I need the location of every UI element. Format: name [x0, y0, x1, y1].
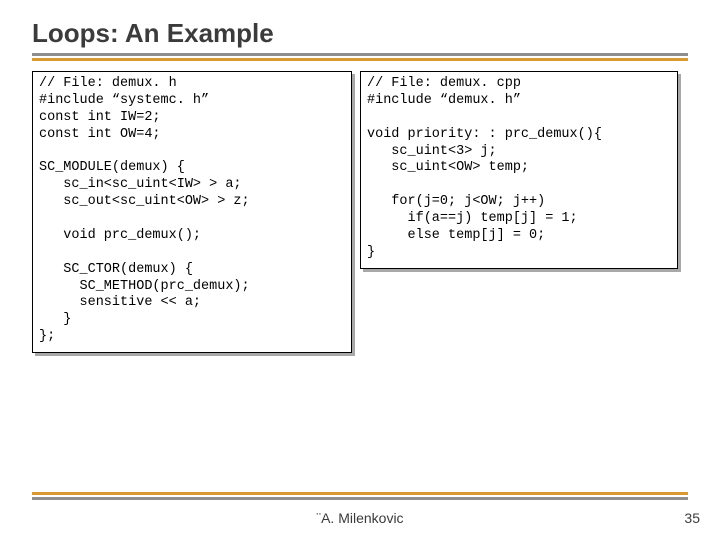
slide-title: Loops: An Example: [32, 18, 688, 49]
code-box-header: // File: demux. h #include “systemc. h” …: [32, 71, 352, 353]
footer-underline: [32, 492, 688, 500]
code-right: // File: demux. cpp #include “demux. h” …: [367, 76, 671, 262]
code-left: // File: demux. h #include “systemc. h” …: [39, 76, 345, 346]
title-underline: [32, 53, 688, 61]
footer-credit: ¨A. Milenkovic: [0, 510, 720, 526]
footer: ¨A. Milenkovic 35: [0, 510, 720, 526]
code-box-source: // File: demux. cpp #include “demux. h” …: [360, 71, 678, 269]
slide: Loops: An Example // File: demux. h #inc…: [0, 0, 720, 540]
page-number: 35: [684, 510, 700, 526]
code-columns: // File: demux. h #include “systemc. h” …: [32, 71, 688, 353]
